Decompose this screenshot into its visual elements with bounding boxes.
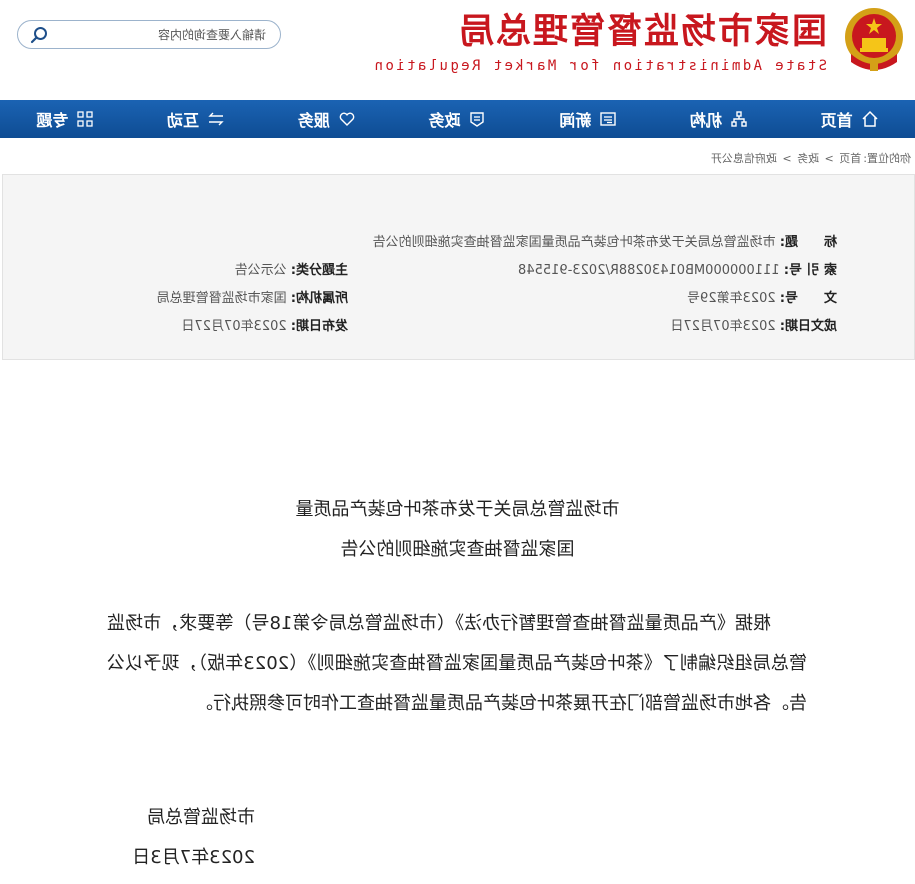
breadcrumb: 你的位置:首页 > 政务 > 政府信息公开 <box>709 150 911 166</box>
grid-icon <box>77 111 93 127</box>
meta-index: 索 引 号: 111000000MB01430288R/2023-915548 <box>518 259 837 278</box>
org-chart-icon <box>731 111 747 127</box>
breadcrumb-item-disclosure[interactable]: 政府信息公开 <box>711 152 777 165</box>
signature-org: 市场监管总局 <box>147 807 255 828</box>
meta-title: 标 题: 市场监管总局关于发布茶叶包装产品质量国家监督抽查实施细则的公告 <box>373 231 837 250</box>
nav-item-news[interactable]: 新闻 <box>523 100 654 138</box>
meta-title-label: 标 题: <box>779 235 837 250</box>
meta-doc-no: 文 号: 2023年第29号 <box>687 287 837 306</box>
nav-item-home[interactable]: 首页 <box>784 100 915 138</box>
site-brand[interactable]: 国家市场监督管理总局 State Administration for Mark… <box>372 10 827 74</box>
main-nav: 首页 机构 新闻 政务 服务 互动 专题 <box>0 100 915 138</box>
search-input[interactable] <box>66 25 266 45</box>
breadcrumb-separator: > <box>824 152 834 165</box>
breadcrumb-separator: > <box>782 152 792 165</box>
meta-published-label: 发布日期: <box>290 319 348 334</box>
meta-topic-value: 公示公告 <box>234 263 287 278</box>
nav-label-home: 首页 <box>820 111 853 130</box>
nav-label-topics: 专题 <box>36 111 69 130</box>
meta-created: 成文日期: 2023年07月27日 <box>670 315 837 334</box>
meta-org-label: 所属机构: <box>290 291 348 306</box>
meta-published-value: 2023年07月27日 <box>181 319 287 334</box>
nav-item-interaction[interactable]: 互动 <box>131 100 262 138</box>
nav-label-service: 服务 <box>297 111 330 130</box>
meta-created-label: 成文日期: <box>779 319 837 334</box>
nav-label-org: 机构 <box>689 111 722 130</box>
document-body: 根据《产品质量监督抽查管理暂行办法》（市场监管总局令第18号）等要求，市场监管总… <box>107 613 807 714</box>
national-emblem-icon <box>845 8 903 71</box>
meta-doc-no-label: 文 号: <box>779 291 837 306</box>
signature-date: 2023年7月3日 <box>132 847 255 868</box>
nav-item-service[interactable]: 服务 <box>261 100 392 138</box>
newspaper-icon <box>600 112 616 126</box>
document-title-line-1: 市场监管总局关于发布茶叶包装产品质量 <box>295 499 620 520</box>
nav-item-topics[interactable]: 专题 <box>0 100 131 138</box>
nav-item-org[interactable]: 机构 <box>654 100 785 138</box>
exchange-arrows-icon <box>208 112 224 126</box>
heart-icon <box>339 112 355 126</box>
breadcrumb-item-home[interactable]: 首页 <box>839 152 861 165</box>
site-header: 国家市场监督管理总局 State Administration for Mark… <box>0 0 915 100</box>
search-box <box>17 20 281 49</box>
document-meta-box: 标 题: 市场监管总局关于发布茶叶包装产品质量国家监督抽查实施细则的公告 索 引… <box>2 174 915 360</box>
meta-doc-no-value: 2023年第29号 <box>687 291 776 306</box>
site-title-cn: 国家市场监督管理总局 <box>456 12 827 52</box>
meta-created-value: 2023年07月27日 <box>670 319 776 334</box>
meta-topic: 主题分类: 公示公告 <box>235 259 348 278</box>
site-title-en: State Administration for Market Regulati… <box>372 58 827 74</box>
nav-item-affairs[interactable]: 政务 <box>392 100 523 138</box>
document-icon <box>470 112 485 127</box>
search-icon[interactable] <box>30 26 48 44</box>
nav-label-news: 新闻 <box>559 111 592 130</box>
meta-org-value: 国家市场监督管理总局 <box>156 291 287 306</box>
meta-index-label: 索 引 号: <box>783 263 837 278</box>
nav-label-interaction: 互动 <box>167 111 200 130</box>
home-icon <box>862 110 878 127</box>
meta-index-value: 111000000MB01430288R/2023-915548 <box>518 263 780 278</box>
breadcrumb-prefix: 你的位置: <box>863 152 911 165</box>
meta-org: 所属机构: 国家市场监督管理总局 <box>157 287 348 306</box>
meta-published: 发布日期: 2023年07月27日 <box>181 315 348 334</box>
nav-label-affairs: 政务 <box>428 111 461 130</box>
breadcrumb-item-affairs[interactable]: 政务 <box>797 152 819 165</box>
meta-title-value: 市场监管总局关于发布茶叶包装产品质量国家监督抽查实施细则的公告 <box>372 235 776 250</box>
document-title-line-2: 国家监督抽查实施细则的公告 <box>340 539 575 560</box>
meta-topic-label: 主题分类: <box>290 263 348 278</box>
